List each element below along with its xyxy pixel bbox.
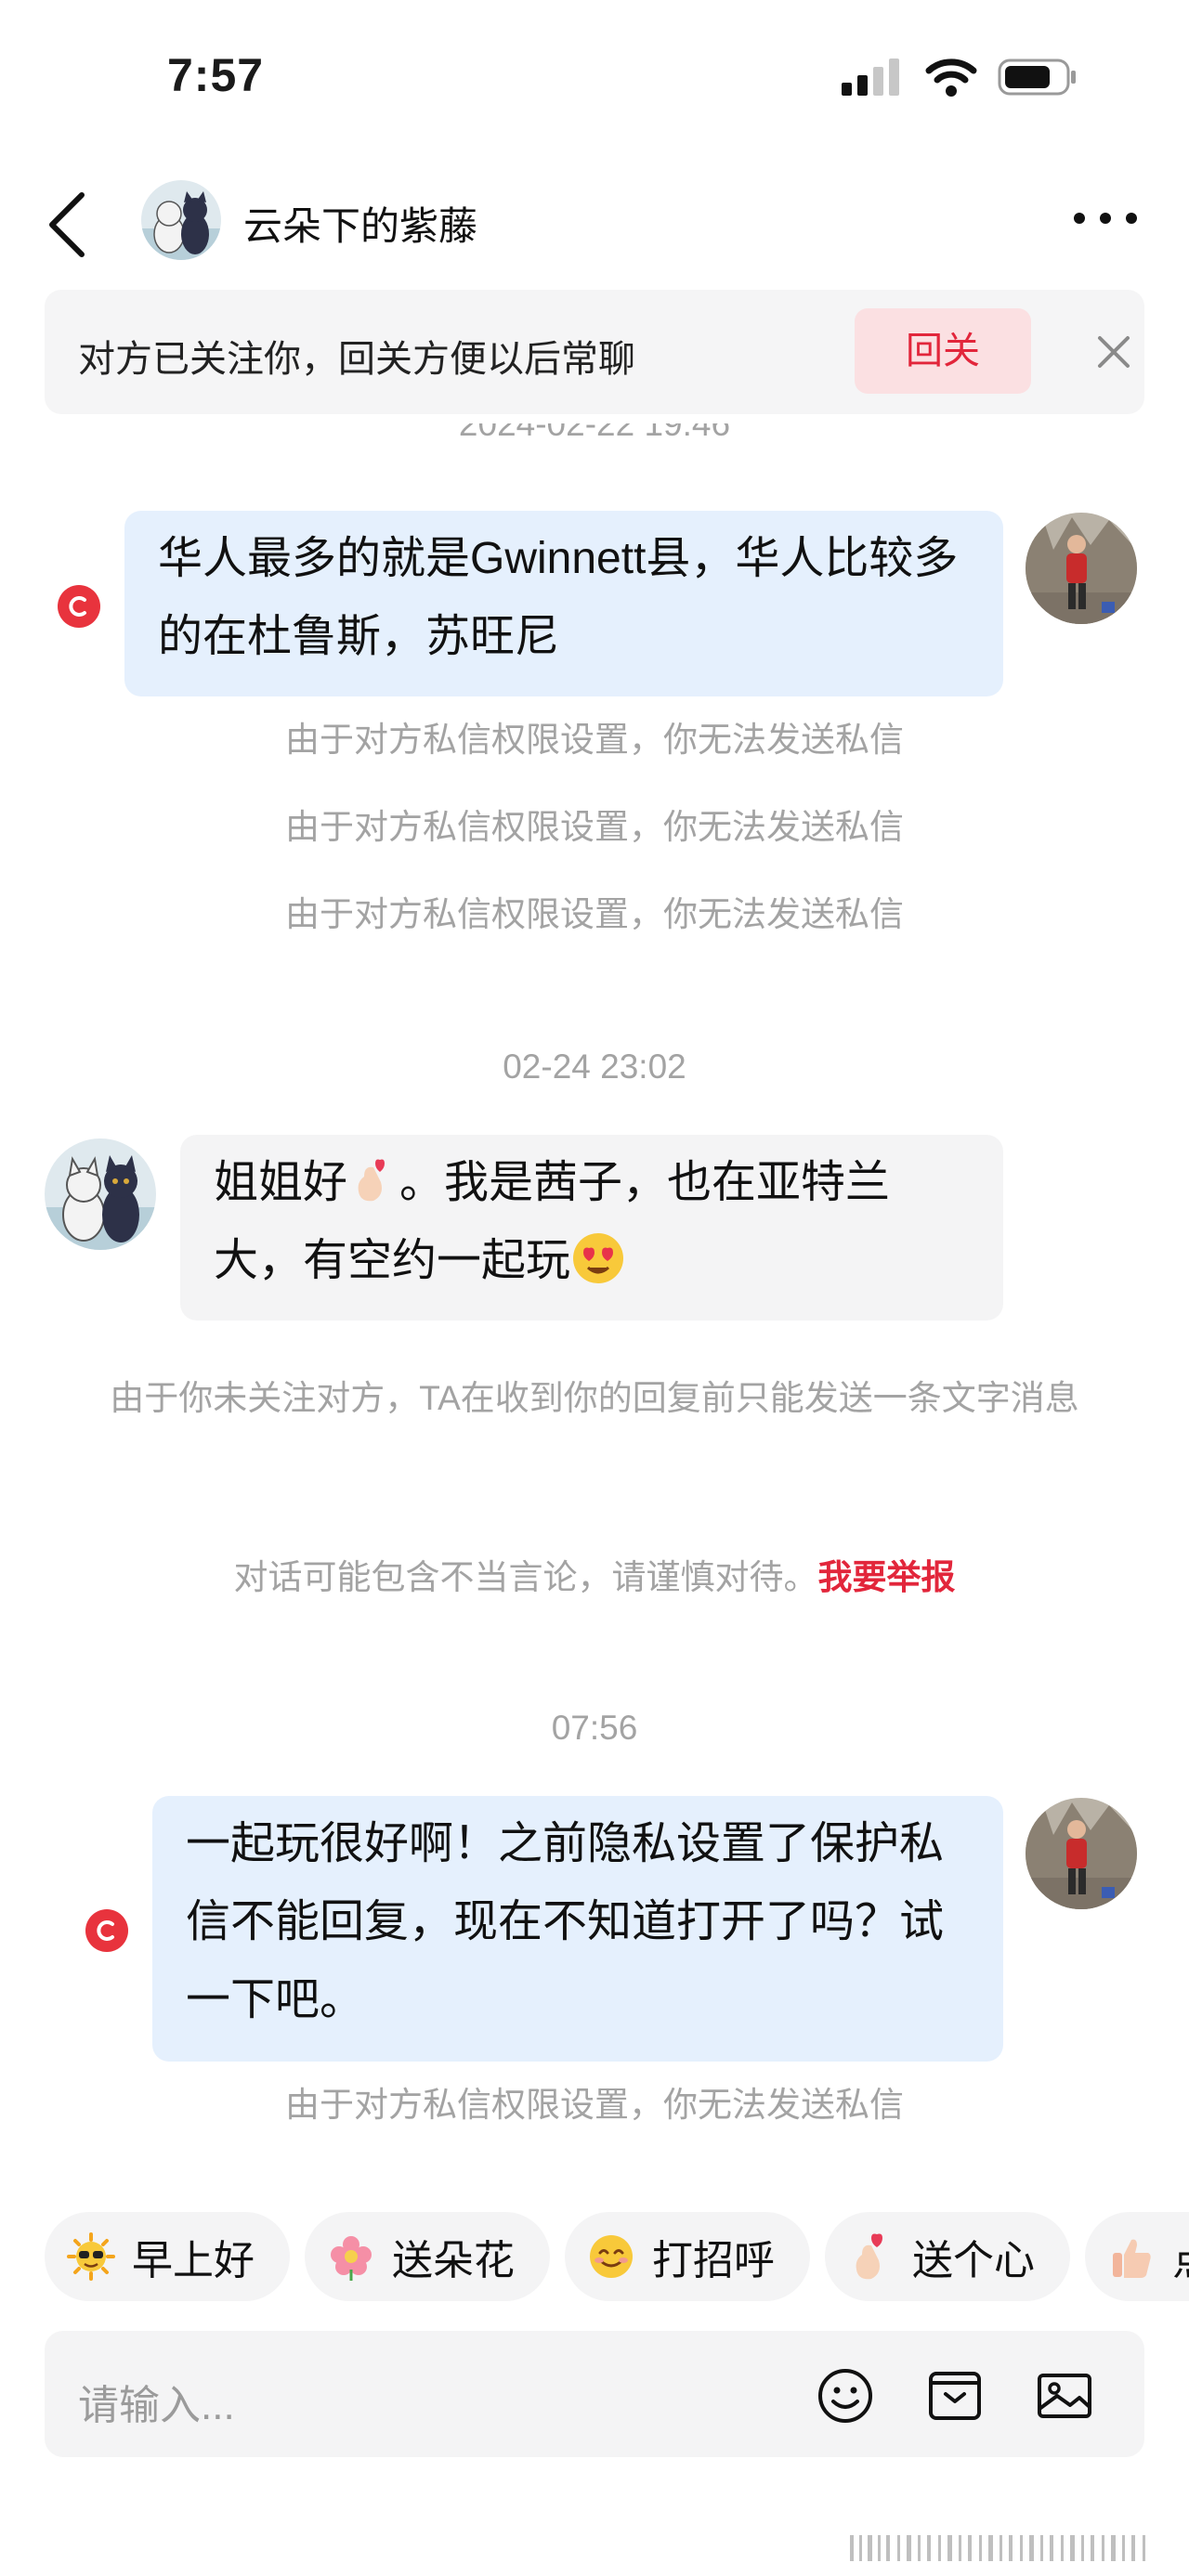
my-message-bubble[interactable]: 一起玩很好啊！之前隐私设置了保护私信不能回复，现在不知道打开了吗？试一下吧。 <box>152 1796 1003 2062</box>
follow-back-banner: 对方已关注你，回关方便以后常聊 回关 <box>45 290 1144 414</box>
contact-avatar[interactable] <box>141 180 221 260</box>
signature-barcode <box>850 2535 1145 2561</box>
contact-avatar[interactable] <box>45 1138 156 1250</box>
one-message-limit-notice: 由于你未关注对方，TA在收到你的回复前只能发送一条文字消息 <box>110 1379 1079 1417</box>
quick-reply-label: 送个心 <box>912 2238 1035 2283</box>
message-text: 姐姐好 <box>214 1158 348 1207</box>
my-avatar[interactable] <box>1026 513 1137 624</box>
report-link[interactable]: 我要举报 <box>818 1558 956 1596</box>
my-message-bubble[interactable]: 华人最多的就是Gwinnett县，华人比较多的在杜鲁斯，苏旺尼 <box>124 511 1003 696</box>
send-failed-icon[interactable] <box>58 585 100 628</box>
battery-icon <box>998 59 1076 96</box>
quick-reply-label: 送朵花 <box>392 2238 515 2283</box>
finger-heart-emoji <box>358 1159 385 1202</box>
smiling-face-emoji <box>590 2235 633 2278</box>
message-input-bar[interactable]: 请输入... <box>45 2331 1144 2457</box>
message-timestamp: 07:56 <box>551 1709 638 1747</box>
finger-heart-emoji <box>856 2233 882 2280</box>
status-icons <box>840 58 1078 97</box>
status-bar: 7:57 <box>0 0 1189 163</box>
quick-reply-chip[interactable]: 打招呼 <box>565 2212 810 2301</box>
follow-back-button[interactable]: 回关 <box>855 308 1031 394</box>
quick-reply-chip[interactable]: 早上好 <box>45 2212 290 2301</box>
message-timestamp: 2024-02-22 19:46 <box>458 423 731 443</box>
image-icon[interactable] <box>1035 2366 1094 2426</box>
quick-reply-chip[interactable]: 点赞 <box>1085 2212 1189 2301</box>
message-timestamp: 02-24 23:02 <box>503 1047 686 1086</box>
blocked-notice: 由于对方私信权限设置，你无法发送私信 <box>285 721 904 759</box>
sunglasses-sun-emoji <box>67 2232 115 2281</box>
thumbs-up-emoji <box>1113 2239 1151 2278</box>
emoji-icon[interactable] <box>816 2366 875 2426</box>
quick-reply-label: 打招呼 <box>652 2238 775 2283</box>
quick-reply-label: 早上好 <box>132 2238 255 2283</box>
safety-caution-notice: 对话可能包含不当言论，请谨慎对待。我要举报 <box>0 1549 1189 1599</box>
back-arrow-icon[interactable] <box>37 188 102 262</box>
my-avatar[interactable] <box>1026 1798 1137 1909</box>
quick-reply-chip[interactable]: 送个心 <box>825 2212 1070 2301</box>
flower-emoji <box>331 2236 372 2281</box>
close-icon[interactable] <box>1094 332 1133 371</box>
send-failed-icon[interactable] <box>85 1909 128 1952</box>
blocked-notice: 由于对方私信权限设置，你无法发送私信 <box>285 895 904 933</box>
wifi-icon <box>925 59 977 97</box>
chat-header: 云朵下的紫藤 <box>0 167 1189 279</box>
more-options-icon[interactable] <box>1068 195 1143 241</box>
their-message-bubble[interactable]: 姐姐好 。我是茜子，也在亚特兰大，有空约一起玩 <box>180 1135 1003 1321</box>
quick-reply-label: 点赞 <box>1172 2227 1189 2286</box>
sticker-icon[interactable] <box>925 2366 985 2426</box>
contact-name: 云朵下的紫藤 <box>243 204 478 248</box>
follow-banner-text: 对方已关注你，回关方便以后常聊 <box>78 339 635 380</box>
quick-reply-bar: 早上好 送朵花 打招呼 送个心 点赞 <box>45 2212 1189 2301</box>
message-input-placeholder[interactable]: 请输入... <box>78 2372 235 2431</box>
heart-eyes-emoji <box>573 1233 624 1283</box>
cellular-signal-icon <box>842 59 899 96</box>
status-time: 7:57 <box>167 49 265 101</box>
quick-reply-chip[interactable]: 送朵花 <box>305 2212 550 2301</box>
blocked-notice: 由于对方私信权限设置，你无法发送私信 <box>285 808 904 846</box>
caution-text: 对话可能包含不当言论，请谨慎对待。 <box>233 1558 818 1596</box>
blocked-notice: 由于对方私信权限设置，你无法发送私信 <box>285 2086 904 2124</box>
